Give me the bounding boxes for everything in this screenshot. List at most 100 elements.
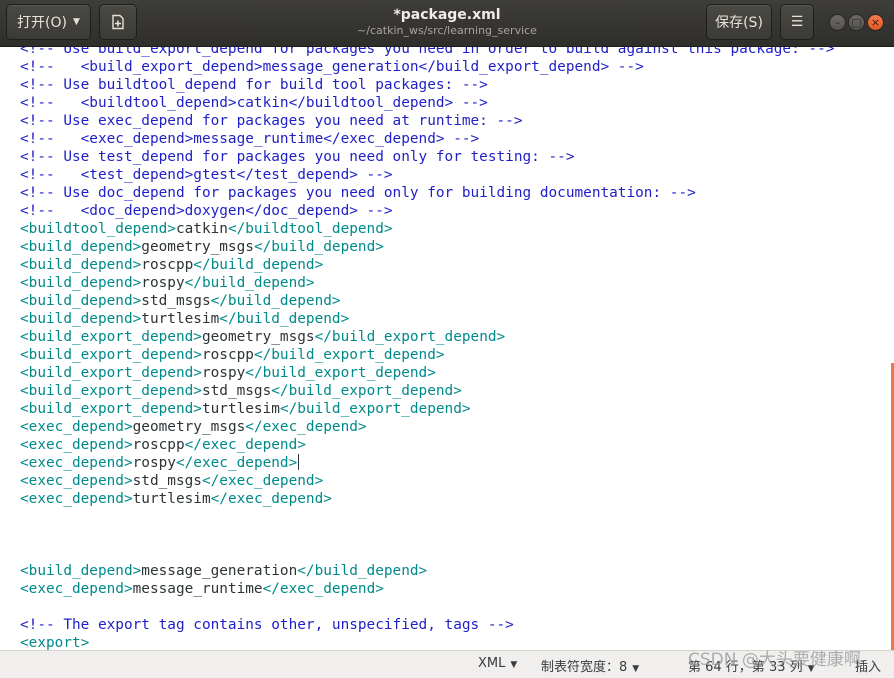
xml-text: rospy <box>132 455 176 471</box>
xml-text: std_msgs <box>201 383 272 399</box>
code-line: <build_depend>turtlesim</build_depend> <box>20 310 834 328</box>
xml-close-tag: </exec_depend> <box>184 437 306 453</box>
tab-width-selector[interactable]: 制表符宽度：8 ▼ <box>541 656 639 675</box>
xml-open-tag: <exec_depend> <box>20 437 133 453</box>
xml-open-tag: <build_depend> <box>20 311 142 327</box>
xml-open-tag: <build_export_depend> <box>20 347 202 363</box>
xml-close-tag: </exec_depend> <box>175 455 298 471</box>
code-line: <!-- <exec_depend>message_runtime</exec_… <box>20 130 834 148</box>
xml-close-tag: </build_depend> <box>210 293 341 309</box>
xml-open-tag: <build_depend> <box>20 257 142 273</box>
save-button[interactable]: 保存(S) <box>706 4 772 40</box>
close-icon[interactable]: × <box>867 14 884 31</box>
open-button-label: 打开(O) <box>17 15 68 31</box>
language-selector[interactable]: XML ▼ <box>478 656 517 671</box>
code-line: <build_depend>std_msgs</build_depend> <box>20 292 834 310</box>
tab-width-label: 制表符宽度：8 <box>541 660 628 675</box>
xml-text: catkin <box>175 221 228 237</box>
language-label: XML <box>478 656 506 671</box>
hamburger-menu-button[interactable]: ☰ <box>780 4 814 40</box>
code-line: <!-- Use test_depend for packages you ne… <box>20 148 834 166</box>
xml-close-tag: </build_depend> <box>184 275 315 291</box>
status-bar: XML ▼ 制表符宽度：8 ▼ 第 64 行，第 33 列 ▼ 插入 <box>0 650 894 678</box>
save-button-label: 保存(S) <box>715 15 763 31</box>
code-line: <!-- The export tag contains other, unsp… <box>20 616 834 634</box>
insert-mode: 插入 <box>855 660 882 675</box>
text-cursor <box>298 454 300 470</box>
cursor-position[interactable]: 第 64 行，第 33 列 ▼ <box>688 656 815 675</box>
xml-comment: <!-- Use build_export_depend for package… <box>20 47 835 57</box>
xml-open-tag: <build_depend> <box>20 563 142 579</box>
xml-open-tag: <build_depend> <box>20 293 142 309</box>
dropdown-arrow-icon: ▼ <box>510 660 518 670</box>
header-bar: 打开(O) ▼ *package.xml ~/catkin_ws/src/lea… <box>0 0 894 47</box>
window-title: *package.xml ~/catkin_ws/src/learning_se… <box>300 6 594 38</box>
xml-close-tag: </build_depend> <box>297 563 428 579</box>
xml-close-tag: </buildtool_depend> <box>227 221 393 237</box>
minimize-icon[interactable]: – <box>829 14 846 31</box>
code-line: <!-- Use build_export_depend for package… <box>20 47 834 58</box>
code-line: <build_depend>message_generation</build_… <box>20 562 834 580</box>
xml-close-tag: </exec_depend> <box>262 581 384 597</box>
code-line: <build_export_depend>roscpp</build_expor… <box>20 346 834 364</box>
xml-close-tag: </build_depend> <box>193 257 324 273</box>
code-line: <build_export_depend>rospy</build_export… <box>20 364 834 382</box>
code-lines: <!-- Use build_export_depend for package… <box>20 47 834 650</box>
xml-open-tag: <buildtool_depend> <box>20 221 176 237</box>
xml-open-tag: <build_export_depend> <box>20 365 202 381</box>
code-line: <!-- <buildtool_depend>catkin</buildtool… <box>20 94 834 112</box>
document-title: *package.xml <box>393 7 501 23</box>
xml-comment: <!-- <buildtool_depend>catkin</buildtool… <box>20 95 488 111</box>
open-button[interactable]: 打开(O) ▼ <box>6 4 91 40</box>
xml-text: roscpp <box>141 257 194 273</box>
dropdown-arrow-icon: ▼ <box>632 664 640 674</box>
xml-tag: <export> <box>20 635 90 650</box>
code-line: <export> <box>20 634 834 650</box>
xml-open-tag: <exec_depend> <box>20 455 133 471</box>
code-line: <build_export_depend>turtlesim</build_ex… <box>20 400 834 418</box>
code-line: <exec_depend>turtlesim</exec_depend> <box>20 490 834 508</box>
xml-open-tag: <build_export_depend> <box>20 329 202 345</box>
new-document-button[interactable] <box>99 4 137 40</box>
xml-close-tag: </build_export_depend> <box>271 383 462 399</box>
xml-text: geometry_msgs <box>132 419 246 435</box>
maximize-icon[interactable]: □ <box>848 14 865 31</box>
xml-open-tag: <exec_depend> <box>20 491 133 507</box>
cursor-position-label: 第 64 行，第 33 列 <box>688 660 803 675</box>
xml-close-tag: </build_depend> <box>253 239 384 255</box>
xml-open-tag: <build_export_depend> <box>20 383 202 399</box>
xml-comment: <!-- Use test_depend for packages you ne… <box>20 149 575 165</box>
text-editor[interactable]: <!-- Use build_export_depend for package… <box>0 47 894 650</box>
hamburger-menu-icon: ☰ <box>790 14 804 30</box>
code-line: <build_depend>roscpp</build_depend> <box>20 256 834 274</box>
xml-text: std_msgs <box>141 293 211 309</box>
xml-text: geometry_msgs <box>141 239 254 255</box>
code-line: <build_export_depend>geometry_msgs</buil… <box>20 328 834 346</box>
code-line: <!-- Use exec_depend for packages you ne… <box>20 112 834 130</box>
xml-comment: <!-- <exec_depend>message_runtime</exec_… <box>20 131 480 147</box>
xml-open-tag: <exec_depend> <box>20 473 133 489</box>
document-path: ~/catkin_ws/src/learning_service <box>357 24 537 37</box>
code-line: <exec_depend>message_runtime</exec_depen… <box>20 580 834 598</box>
xml-comment: <!-- Use doc_depend for packages you nee… <box>20 185 696 201</box>
xml-comment: <!-- Use exec_depend for packages you ne… <box>20 113 523 129</box>
xml-text: turtlesim <box>201 401 280 417</box>
xml-comment: <!-- The export tag contains other, unsp… <box>20 617 514 633</box>
xml-close-tag: </exec_depend> <box>210 491 332 507</box>
code-line: <exec_depend>std_msgs</exec_depend> <box>20 472 834 490</box>
xml-text: roscpp <box>201 347 254 363</box>
code-line: <exec_depend>geometry_msgs</exec_depend> <box>20 418 834 436</box>
code-line: <buildtool_depend>catkin</buildtool_depe… <box>20 220 834 238</box>
xml-close-tag: </exec_depend> <box>245 419 367 435</box>
code-line: <!-- Use doc_depend for packages you nee… <box>20 184 834 202</box>
xml-comment: <!-- Use buildtool_depend for build tool… <box>20 77 488 93</box>
xml-open-tag: <build_depend> <box>20 239 142 255</box>
code-line: <build_depend>geometry_msgs</build_depen… <box>20 238 834 256</box>
code-line: <!-- <doc_depend>doxygen</doc_depend> --… <box>20 202 834 220</box>
xml-comment: <!-- <doc_depend>doxygen</doc_depend> --… <box>20 203 393 219</box>
xml-text: message_generation <box>141 563 298 579</box>
xml-open-tag: <exec_depend> <box>20 581 133 597</box>
